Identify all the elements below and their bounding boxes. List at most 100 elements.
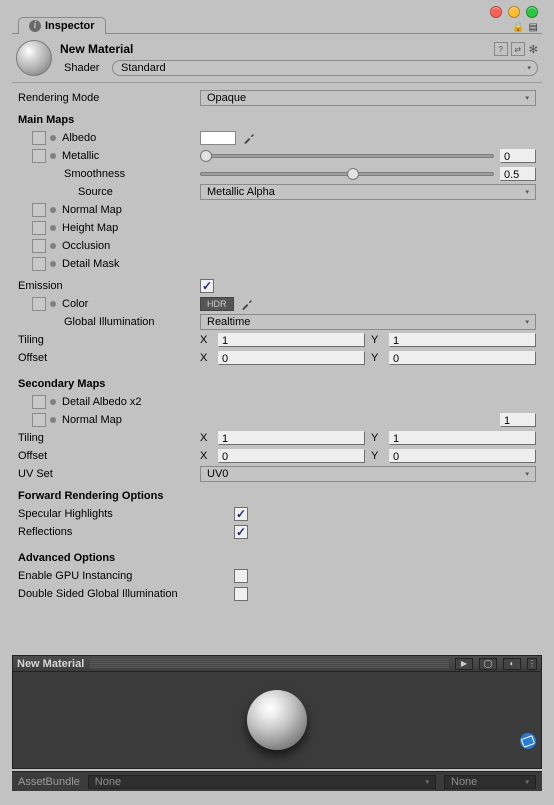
y-label: Y <box>371 432 383 444</box>
secondary-offset-label: Offset <box>18 450 47 462</box>
detail-albedo-label: Detail Albedo x2 <box>62 396 142 408</box>
reflections-label: Reflections <box>18 526 72 538</box>
specular-highlights-checkbox[interactable] <box>234 507 248 521</box>
secondary-tiling-y-field[interactable]: 1 <box>389 431 536 445</box>
dsgi-checkbox[interactable] <box>234 587 248 601</box>
emission-color-texture-slot[interactable] <box>32 297 46 311</box>
minimize-window-icon[interactable] <box>508 6 520 18</box>
smoothness-label: Smoothness <box>64 168 125 180</box>
secondary-tiling-label: Tiling <box>18 432 44 444</box>
metallic-value-field[interactable]: 0 <box>500 149 536 163</box>
rendering-mode-label: Rendering Mode <box>18 92 200 104</box>
secondary-offset-x-field[interactable]: 0 <box>218 449 365 463</box>
tab-inspector[interactable]: i Inspector <box>18 17 106 34</box>
preset-icon[interactable]: ⇄ <box>511 42 525 56</box>
forward-rendering-heading: Forward Rendering Options <box>18 490 278 502</box>
albedo-label: Albedo <box>62 132 96 144</box>
detail-mask-texture-slot[interactable] <box>32 257 46 271</box>
assetbundle-label: AssetBundle <box>18 776 80 788</box>
detail-mask-label: Detail Mask <box>62 258 119 270</box>
inspector-content: Rendering Mode Opaque Main Maps Albedo M… <box>12 89 542 603</box>
gi-dropdown[interactable]: Realtime <box>200 314 536 330</box>
height-map-label: Height Map <box>62 222 118 234</box>
albedo-color-swatch[interactable] <box>200 131 236 145</box>
main-maps-heading: Main Maps <box>18 114 200 126</box>
secondary-normal-map-texture-slot[interactable] <box>32 413 46 427</box>
secondary-normal-map-field[interactable]: 1 <box>500 413 536 427</box>
rendering-mode-dropdown[interactable]: Opaque <box>200 90 536 106</box>
advanced-options-heading: Advanced Options <box>18 552 278 564</box>
x-label: X <box>200 450 212 462</box>
preview-menu-icon[interactable]: ⋮ <box>527 658 537 670</box>
sphere-preview-icon[interactable]: ◯ <box>479 658 497 670</box>
dsgi-label: Double Sided Global Illumination <box>18 588 178 600</box>
shader-label: Shader <box>60 62 112 74</box>
assetbundle-name-dropdown[interactable]: None <box>88 775 436 789</box>
gear-icon[interactable] <box>529 43 538 56</box>
secondary-offset-y-field[interactable]: 0 <box>389 449 536 463</box>
material-preview-thumb[interactable] <box>16 40 52 76</box>
assetbundle-variant-dropdown[interactable]: None <box>444 775 536 789</box>
source-label: Source <box>78 186 113 198</box>
tiling-y-field[interactable]: 1 <box>389 333 536 347</box>
detail-albedo-texture-slot[interactable] <box>32 395 46 409</box>
smoothness-value-field[interactable]: 0.5 <box>500 167 536 181</box>
preview-drag-handle[interactable] <box>90 659 449 669</box>
offset-label: Offset <box>18 352 47 364</box>
light-toggle-icon[interactable]: ◐ <box>503 658 521 670</box>
gi-label: Global Illumination <box>64 316 155 328</box>
bullet-icon <box>50 399 56 405</box>
occlusion-texture-slot[interactable] <box>32 239 46 253</box>
play-icon[interactable]: ▶ <box>455 658 473 670</box>
help-icon[interactable]: ? <box>494 42 508 56</box>
hdr-badge[interactable]: HDR <box>200 297 234 311</box>
close-window-icon[interactable] <box>490 6 502 18</box>
bullet-icon <box>50 243 56 249</box>
lock-icon[interactable]: 🔒 <box>512 22 524 33</box>
tab-bar: i Inspector 🔒 ▤ <box>12 14 542 34</box>
assetbundle-bar: AssetBundle None None <box>12 771 542 791</box>
uv-set-dropdown[interactable]: UV0 <box>200 466 536 482</box>
height-map-texture-slot[interactable] <box>32 221 46 235</box>
gpu-instancing-label: Enable GPU Instancing <box>18 570 132 582</box>
reflections-checkbox[interactable] <box>234 525 248 539</box>
bullet-icon <box>50 417 56 423</box>
emission-checkbox[interactable] <box>200 279 214 293</box>
shader-dropdown[interactable]: Standard <box>112 60 538 76</box>
zoom-window-icon[interactable] <box>526 6 538 18</box>
source-dropdown[interactable]: Metallic Alpha <box>200 184 536 200</box>
normal-map-texture-slot[interactable] <box>32 203 46 217</box>
offset-x-field[interactable]: 0 <box>218 351 365 365</box>
emission-color-label: Color <box>62 298 88 310</box>
bullet-icon <box>50 301 56 307</box>
x-label: X <box>200 432 212 444</box>
preview-sphere <box>247 690 307 750</box>
y-label: Y <box>371 450 383 462</box>
occlusion-label: Occlusion <box>62 240 110 252</box>
window-traffic-lights <box>490 6 538 18</box>
gpu-instancing-checkbox[interactable] <box>234 569 248 583</box>
metallic-texture-slot[interactable] <box>32 149 46 163</box>
offset-y-field[interactable]: 0 <box>389 351 536 365</box>
tab-label: Inspector <box>45 20 95 32</box>
tiling-x-field[interactable]: 1 <box>218 333 365 347</box>
bullet-icon <box>50 153 56 159</box>
albedo-texture-slot[interactable] <box>32 131 46 145</box>
uv-set-label: UV Set <box>18 468 53 480</box>
specular-highlights-label: Specular Highlights <box>18 508 113 520</box>
emission-label: Emission <box>18 280 63 292</box>
metallic-label: Metallic <box>62 150 99 162</box>
eyedropper-icon[interactable] <box>242 131 256 145</box>
smoothness-slider[interactable] <box>200 166 494 182</box>
preview-title: New Material <box>17 658 90 670</box>
metallic-slider[interactable] <box>200 148 494 164</box>
asset-label-icon[interactable] <box>520 733 536 749</box>
tab-menu-icon[interactable]: ▤ <box>529 22 538 33</box>
bullet-icon <box>50 225 56 231</box>
preview-viewport[interactable] <box>13 672 541 768</box>
secondary-maps-heading: Secondary Maps <box>18 378 200 390</box>
x-label: X <box>200 334 212 346</box>
eyedropper-icon[interactable] <box>240 297 254 311</box>
secondary-tiling-x-field[interactable]: 1 <box>218 431 365 445</box>
inspector-window: i Inspector 🔒 ▤ New Material ? ⇄ Shader … <box>0 0 554 805</box>
